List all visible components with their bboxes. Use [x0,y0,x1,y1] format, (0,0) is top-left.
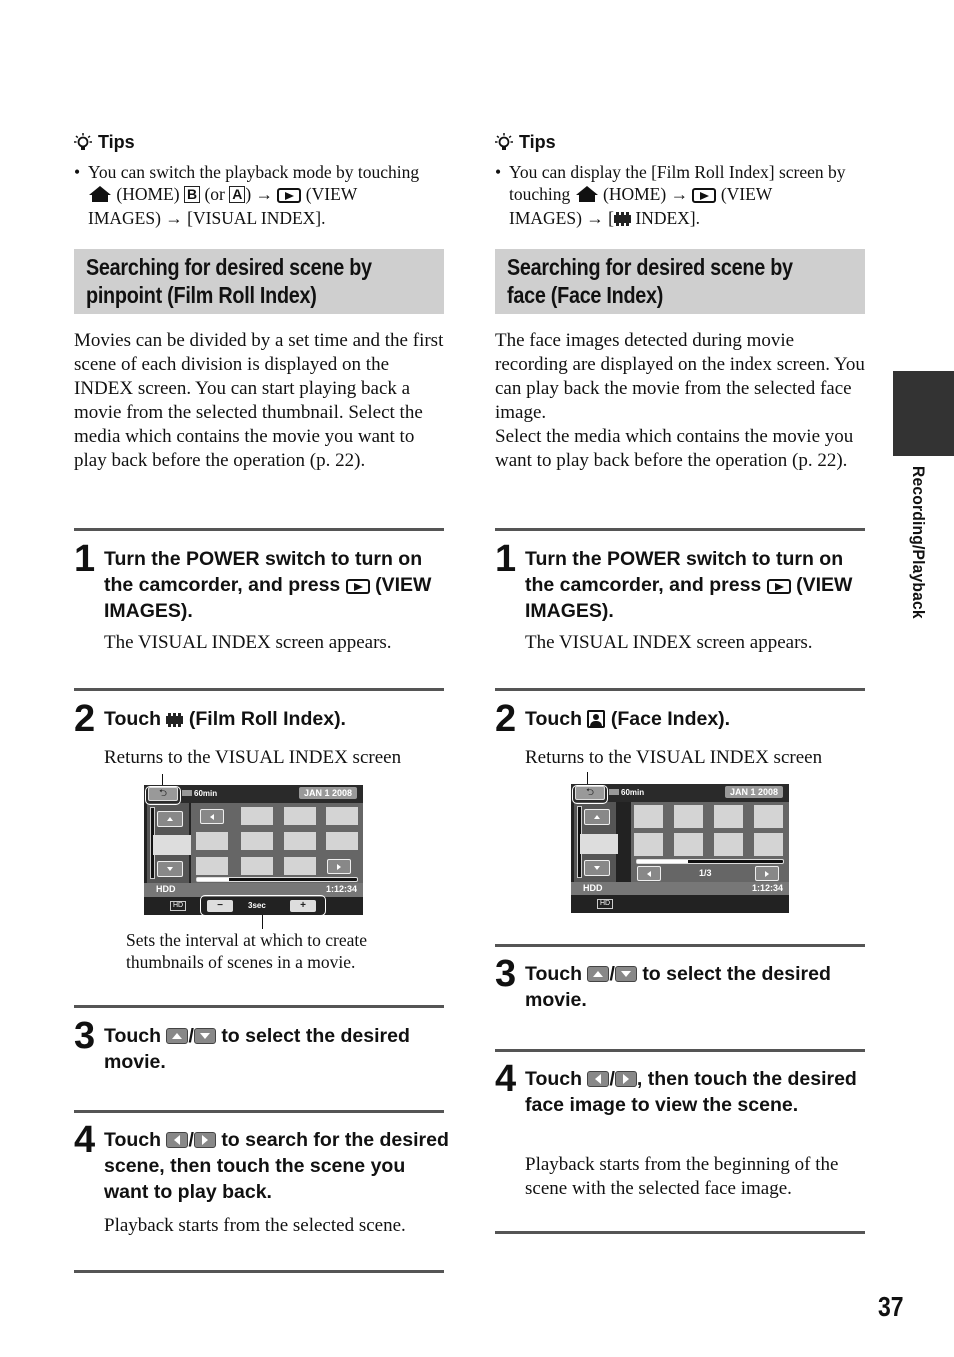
progress-fill [637,860,689,863]
thumbnail[interactable] [284,807,316,825]
chapter-tab [893,371,954,456]
interval-caption: Sets the interval at which to create thu… [126,930,368,972]
time-label: 1:12:34 [751,883,783,893]
up-button-icon [166,1028,189,1044]
face-thumbnail[interactable] [674,833,703,856]
media-label: HDD [583,883,603,893]
view-images-icon [692,187,717,203]
tips-heading: Tips [74,132,135,153]
divider [495,1049,865,1052]
divider [74,1270,444,1273]
callout-highlight [145,786,181,805]
thumbnail[interactable] [196,832,228,850]
intro-paragraph: The face images detected during movie re… [495,330,865,471]
face-thumbnail[interactable] [754,833,783,856]
left-button-icon [587,1071,610,1087]
thumbnail[interactable] [326,832,358,850]
callout-line [262,915,263,929]
tips-text: • You can display the [Film Roll Index] … [495,162,846,228]
divider [495,528,865,531]
battery-icon [609,789,619,795]
selected-movie[interactable] [153,835,191,855]
thumbnail-grid [191,803,363,883]
section-heading-face-index: Searching for desired scene by face (Fac… [495,249,865,314]
home-icon [88,185,112,209]
tips-heading: Tips [495,132,556,153]
intro-paragraph: Movies can be divided by a set time and … [74,330,444,471]
thumbnail[interactable] [284,857,316,875]
divider [495,944,865,947]
chapter-tab-label: Recording/Playback [909,466,928,619]
face-index-icon [587,710,606,728]
callout-line [587,772,588,784]
battery-indicator: 60min [182,789,217,798]
next-button[interactable] [327,859,351,874]
menu-a-icon: A [229,185,246,203]
section-heading-film-roll: Searching for desired scene by pinpoint … [74,249,444,314]
film-roll-index-icon [166,713,184,727]
divider [74,528,444,531]
media-label: HDD [156,884,176,894]
date-label: JAN 1 2008 [724,786,783,798]
battery-indicator: 60min [609,788,644,797]
hd-badge: HD [597,899,614,909]
prev-button[interactable] [200,809,224,824]
time-label: 1:12:34 [325,884,357,894]
thumbnail[interactable] [241,857,273,875]
face-thumbnail[interactable] [714,833,743,856]
film-roll-index-screen: ⮌ 60min JAN 1 2008 HDD 1:12:34 HD − 3sec… [144,785,363,915]
battery-icon [182,790,192,796]
right-button-icon [614,1071,637,1087]
page-number: 37 [878,1291,904,1322]
thumbnail[interactable] [284,832,316,850]
thumbnail[interactable] [241,807,273,825]
left-button-icon [166,1132,189,1148]
right-button-icon [193,1132,216,1148]
face-thumbnail[interactable] [634,833,663,856]
film-roll-index-icon [614,212,631,226]
progress-fill [197,878,229,881]
menu-b-icon: B [183,185,201,203]
callout-highlight [200,895,326,915]
selected-movie[interactable] [580,834,618,854]
tips-text: • You can switch the playback mode by to… [74,162,420,228]
scroll-up-button[interactable] [584,809,610,825]
face-thumbnail[interactable] [634,805,663,828]
down-button-icon [193,1028,216,1044]
up-button-icon [587,966,610,982]
progress-bar [636,859,784,864]
lightbulb-icon [495,132,513,153]
view-images-icon [277,187,302,203]
down-button-icon [614,966,637,982]
date-label: JAN 1 2008 [298,787,357,799]
lightbulb-icon [74,132,92,153]
thumbnail[interactable] [196,857,228,875]
thumbnail[interactable] [241,832,273,850]
view-images-icon [345,579,370,594]
hd-badge: HD [170,901,187,911]
scroll-up-button[interactable] [157,811,183,827]
divider [74,1005,444,1008]
face-thumbnail[interactable] [714,805,743,828]
page-indicator: 1/3 [699,868,712,878]
next-page-button[interactable] [755,866,779,881]
divider [74,688,444,691]
callout-highlight [572,785,608,804]
view-images-icon [766,579,791,594]
divider [495,688,865,691]
scroll-down-button[interactable] [157,861,183,877]
home-icon [575,185,599,209]
prev-page-button[interactable] [637,866,661,881]
divider [74,1110,444,1113]
thumbnail[interactable] [326,807,358,825]
face-thumbnail[interactable] [674,805,703,828]
face-thumbnail-grid: 1/3 [631,802,789,884]
scroll-down-button[interactable] [584,860,610,876]
face-index-screen: ⮌ 60min JAN 1 2008 1/3 HDD 1:12:34 HD [571,784,789,913]
divider [495,1231,865,1234]
progress-bar [196,877,358,882]
face-thumbnail[interactable] [754,805,783,828]
